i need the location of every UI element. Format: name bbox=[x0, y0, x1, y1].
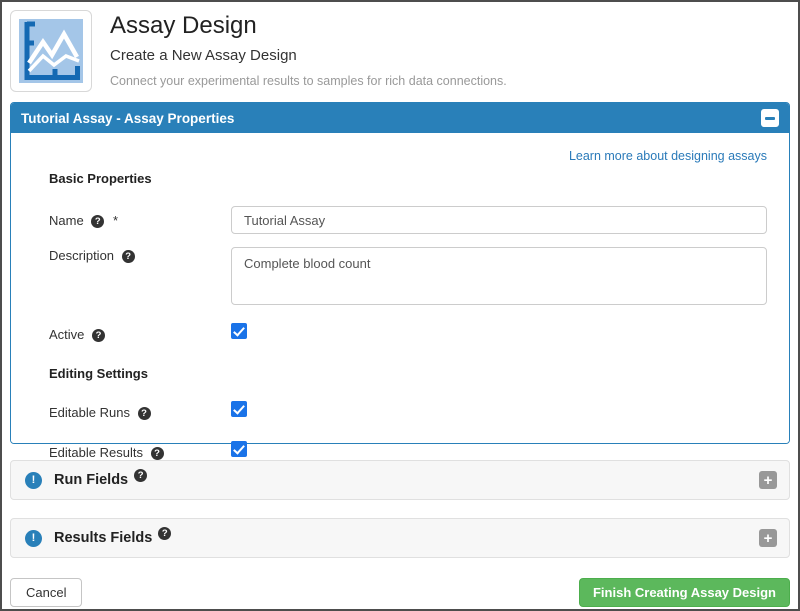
minus-icon bbox=[765, 117, 775, 120]
help-icon[interactable]: ? bbox=[134, 469, 147, 482]
help-icon[interactable]: ? bbox=[91, 215, 104, 228]
active-field-control bbox=[231, 323, 767, 344]
learn-more-link[interactable]: Learn more about designing assays bbox=[569, 149, 767, 163]
help-icon[interactable]: ? bbox=[158, 527, 171, 540]
run-fields-panel[interactable]: ! Run Fields ? + bbox=[10, 460, 790, 500]
line-chart-icon-svg bbox=[19, 19, 83, 83]
finish-button[interactable]: Finish Creating Assay Design bbox=[579, 578, 790, 607]
editable-runs-row: Editable Runs ? bbox=[49, 401, 767, 422]
page-subtitle: Create a New Assay Design bbox=[110, 47, 507, 64]
editable-runs-label: Editable Runs bbox=[49, 405, 130, 420]
assay-design-page: Assay Design Create a New Assay Design C… bbox=[2, 2, 798, 607]
cancel-button[interactable]: Cancel bbox=[10, 578, 82, 607]
panel-title: Tutorial Assay - Assay Properties bbox=[21, 111, 234, 126]
page-title: Assay Design bbox=[110, 12, 507, 40]
editable-runs-control bbox=[231, 401, 767, 422]
description-field-row: Description ? Complete blood count bbox=[49, 247, 767, 310]
assay-properties-panel-header[interactable]: Tutorial Assay - Assay Properties bbox=[11, 103, 789, 133]
name-field-control bbox=[231, 206, 767, 234]
active-label-group: Active ? bbox=[49, 326, 231, 342]
editing-settings-heading: Editing Settings bbox=[49, 366, 767, 381]
required-asterisk: * bbox=[113, 213, 118, 228]
editable-results-label-group: Editable Results ? bbox=[49, 444, 231, 460]
active-label: Active bbox=[49, 327, 84, 342]
expand-run-fields-button[interactable]: + bbox=[759, 471, 777, 489]
learn-more-row: Learn more about designing assays bbox=[41, 147, 767, 165]
assay-properties-panel: Tutorial Assay - Assay Properties Learn … bbox=[10, 102, 790, 444]
run-fields-title: Run Fields bbox=[54, 472, 128, 488]
description-label-group: Description ? bbox=[49, 247, 231, 310]
editable-results-label: Editable Results bbox=[49, 445, 143, 460]
results-fields-title: Results Fields bbox=[54, 530, 152, 546]
help-icon[interactable]: ? bbox=[151, 447, 164, 460]
help-icon[interactable]: ? bbox=[92, 329, 105, 342]
name-field-row: Name ? * bbox=[49, 206, 767, 234]
collapse-panel-button[interactable] bbox=[761, 109, 779, 127]
active-checkbox[interactable] bbox=[231, 323, 247, 339]
editable-results-checkbox[interactable] bbox=[231, 441, 247, 457]
expand-results-fields-button[interactable]: + bbox=[759, 529, 777, 547]
plus-icon: + bbox=[764, 473, 773, 488]
editable-runs-label-group: Editable Runs ? bbox=[49, 404, 231, 420]
basic-properties-heading: Basic Properties bbox=[49, 171, 767, 186]
plus-icon: + bbox=[764, 531, 773, 546]
name-input[interactable] bbox=[231, 206, 767, 234]
header-text: Assay Design Create a New Assay Design C… bbox=[110, 10, 507, 88]
help-icon[interactable]: ? bbox=[122, 250, 135, 263]
description-textarea[interactable]: Complete blood count bbox=[231, 247, 767, 305]
info-icon: ! bbox=[25, 530, 42, 547]
editable-results-row: Editable Results ? bbox=[49, 441, 767, 462]
page-description: Connect your experimental results to sam… bbox=[110, 74, 507, 88]
description-label: Description bbox=[49, 248, 114, 263]
editable-runs-checkbox[interactable] bbox=[231, 401, 247, 417]
footer-bar: Cancel Finish Creating Assay Design bbox=[10, 578, 790, 607]
name-label: Name bbox=[49, 213, 84, 228]
page-header: Assay Design Create a New Assay Design C… bbox=[2, 2, 798, 98]
results-fields-panel[interactable]: ! Results Fields ? + bbox=[10, 518, 790, 558]
name-label-group: Name ? * bbox=[49, 212, 231, 228]
help-icon[interactable]: ? bbox=[138, 407, 151, 420]
assay-properties-panel-body: Learn more about designing assays Basic … bbox=[11, 133, 789, 443]
description-field-control: Complete blood count bbox=[231, 247, 767, 310]
editable-results-control bbox=[231, 441, 767, 462]
line-chart-icon bbox=[10, 10, 92, 92]
active-field-row: Active ? bbox=[49, 323, 767, 344]
info-icon: ! bbox=[25, 472, 42, 489]
